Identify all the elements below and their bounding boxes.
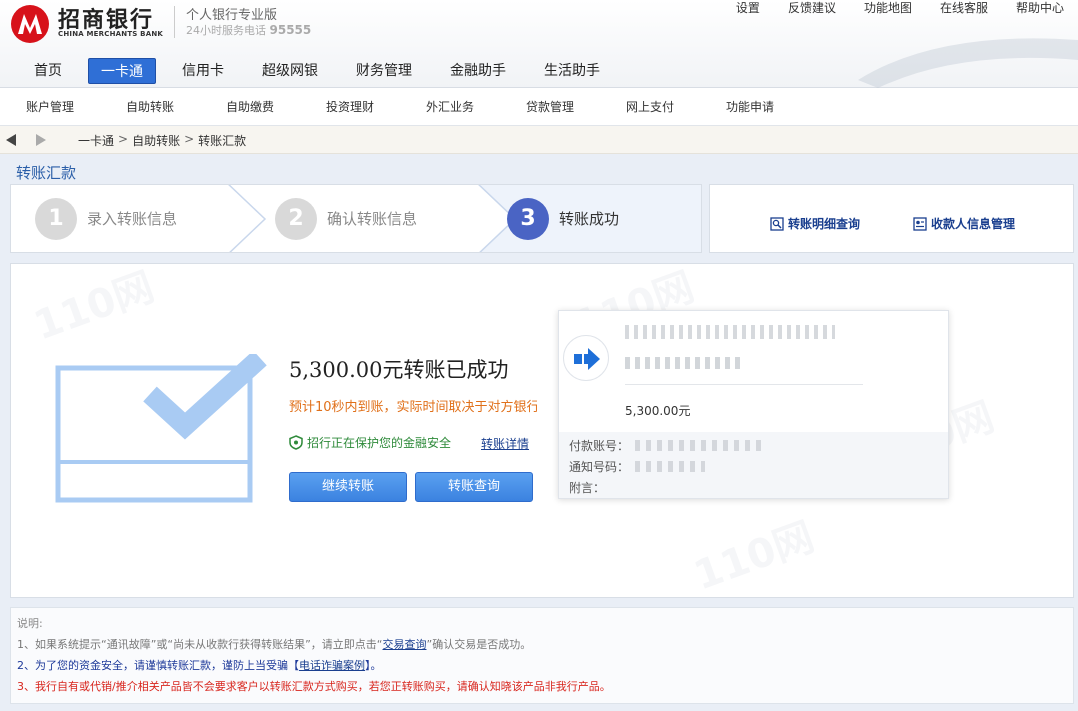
transfer-query-button[interactable]: 转账查询 bbox=[415, 472, 533, 502]
edition-label: 个人银行专业版 bbox=[186, 8, 278, 23]
notice-number-row: 通知号码： bbox=[569, 458, 706, 475]
sub-nav-loan[interactable]: 贷款管理 bbox=[500, 88, 600, 125]
main-nav-assistant[interactable]: 金融助手 bbox=[438, 58, 518, 84]
payer-account-row: 付款账号： bbox=[569, 437, 766, 454]
sub-nav-apply[interactable]: 功能申请 bbox=[700, 88, 800, 125]
top-link-sitemap[interactable]: 功能地图 bbox=[850, 0, 926, 16]
step-label: 转账成功 bbox=[559, 210, 620, 228]
page-title: 转账汇款 bbox=[16, 164, 77, 182]
sub-nav-transfer[interactable]: 自助转账 bbox=[100, 88, 200, 125]
notice-number-label: 通知号码： bbox=[569, 460, 630, 474]
note-1: 1、如果系统提示“通讯故障”或“尚未从收款行获得转账结果”，请立即点击“交易查询… bbox=[17, 636, 1067, 652]
memo-label: 附言： bbox=[569, 481, 606, 495]
top-link-help[interactable]: 帮助中心 bbox=[1002, 0, 1078, 16]
progress-steps: 1 录入转账信息 2 确认转账信息 3 转账成功 bbox=[10, 184, 702, 253]
breadcrumb: 一卡通 > 自助转账 > 转账汇款 bbox=[78, 132, 246, 149]
transfer-detail-link[interactable]: 转账详情 bbox=[481, 435, 529, 452]
step-number: 1 bbox=[35, 197, 77, 240]
watermark: 110网 bbox=[28, 264, 161, 350]
sub-nav-investment[interactable]: 投资理财 bbox=[300, 88, 400, 125]
step-number: 2 bbox=[275, 197, 317, 240]
note-1-text: 1、如果系统提示“通讯故障”或“尚未从收款行获得转账结果”，请立即点击“ bbox=[17, 638, 383, 651]
sub-nav-payment[interactable]: 自助缴费 bbox=[200, 88, 300, 125]
transfer-detail-query-label: 转账明细查询 bbox=[788, 217, 861, 231]
shield-icon bbox=[289, 435, 303, 450]
breadcrumb-item[interactable]: 自助转账 bbox=[132, 132, 180, 149]
breadcrumb-item-current: 转账汇款 bbox=[198, 134, 247, 148]
step-label: 确认转账信息 bbox=[327, 210, 418, 228]
main-nav-finance[interactable]: 财务管理 bbox=[344, 58, 424, 84]
step-1: 1 录入转账信息 bbox=[35, 185, 177, 252]
quick-links-panel: 转账明细查询 收款人信息管理 bbox=[709, 184, 1074, 253]
forward-arrow-icon[interactable] bbox=[36, 134, 46, 146]
memo-row: 附言： bbox=[569, 479, 605, 496]
header-decoration-icon bbox=[858, 38, 1078, 88]
transfer-arrow-badge bbox=[563, 335, 609, 381]
brand-english-name: CHINA MERCHANTS BANK bbox=[58, 30, 164, 38]
receipt-amount: 5,300.00元 bbox=[625, 404, 691, 418]
back-arrow-icon[interactable] bbox=[6, 134, 16, 146]
transaction-query-link[interactable]: 交易查询 bbox=[383, 638, 427, 651]
note-2-text: 2、为了您的资金安全，请谨慎转账汇款，谨防上当受骗【 bbox=[17, 659, 299, 672]
main-nav-card[interactable]: 一卡通 bbox=[88, 58, 156, 84]
note-2-text-end: 】。 bbox=[365, 659, 382, 672]
main-nav: 首页 一卡通 信用卡 超级网银 财务管理 金融助手 生活助手 bbox=[22, 58, 626, 84]
top-links: 设置 反馈建议 功能地图 在线客服 帮助中心 bbox=[722, 0, 1078, 16]
payer-account-label: 付款账号： bbox=[569, 439, 630, 453]
cmb-logo-icon bbox=[11, 5, 49, 43]
success-envelope-icon bbox=[55, 354, 267, 503]
sub-nav-forex[interactable]: 外汇业务 bbox=[400, 88, 500, 125]
payee-name-redacted bbox=[625, 325, 835, 339]
arrival-note: 预计10秒内到账，实际时间取决于对方银行 bbox=[289, 400, 537, 415]
note-3: 3、我行自有或代销/推介相关产品皆不会要求客户以转账汇款方式购买，若您正转账购买… bbox=[17, 680, 611, 693]
payee-manage-label: 收款人信息管理 bbox=[931, 217, 1016, 231]
breadcrumb-separator-icon: > bbox=[184, 132, 195, 146]
step-label: 录入转账信息 bbox=[87, 210, 178, 228]
transfer-detail-query-link[interactable]: 转账明细查询 bbox=[770, 215, 860, 232]
header: 招商银行 CHINA MERCHANTS BANK 个人银行专业版 24小时服务… bbox=[0, 0, 1078, 88]
fraud-cases-link[interactable]: 电话诈骗案例 bbox=[299, 659, 365, 672]
security-note-text: 招行正在保护您的金融安全 bbox=[307, 436, 452, 450]
transfer-receipt-popup: 5,300.00元 付款账号： 通知号码： 附言： bbox=[558, 310, 949, 499]
main-nav-super-ebank[interactable]: 超级网银 bbox=[250, 58, 330, 84]
step-3: 3 转账成功 bbox=[507, 185, 619, 252]
step-number: 3 bbox=[507, 197, 549, 240]
continue-transfer-button[interactable]: 继续转账 bbox=[289, 472, 407, 502]
top-link-feedback[interactable]: 反馈建议 bbox=[774, 0, 850, 16]
notes-heading: 说明: bbox=[17, 617, 43, 630]
note-1-text-end: ”确认交易是否成功。 bbox=[426, 638, 532, 651]
hotline-number: 95555 bbox=[269, 23, 312, 37]
brand-divider bbox=[174, 6, 175, 38]
top-link-settings[interactable]: 设置 bbox=[722, 0, 774, 16]
search-icon bbox=[770, 216, 784, 231]
notes-panel: 说明: 1、如果系统提示“通讯故障”或“尚未从收款行获得转账结果”，请立即点击“… bbox=[10, 607, 1074, 704]
hotline-label: 24小时服务电话 bbox=[186, 24, 266, 37]
step-2: 2 确认转账信息 bbox=[275, 185, 417, 252]
note-2: 2、为了您的资金安全，请谨慎转账汇款，谨防上当受骗【电话诈骗案例】。 bbox=[17, 657, 1067, 673]
main-nav-credit-card[interactable]: 信用卡 bbox=[170, 58, 236, 84]
receipt-divider bbox=[625, 384, 863, 385]
sub-nav: 账户管理 自助转账 自助缴费 投资理财 外汇业务 贷款管理 网上支付 功能申请 bbox=[0, 88, 1078, 126]
payee-account-redacted bbox=[625, 357, 745, 369]
step-chevron-icon bbox=[225, 185, 267, 252]
sub-nav-account[interactable]: 账户管理 bbox=[0, 88, 100, 125]
right-arrow-icon bbox=[574, 348, 600, 370]
watermark: 110网 bbox=[688, 514, 821, 598]
sub-nav-online-pay[interactable]: 网上支付 bbox=[600, 88, 700, 125]
payee-manage-link[interactable]: 收款人信息管理 bbox=[913, 215, 1015, 232]
top-link-online-service[interactable]: 在线客服 bbox=[926, 0, 1002, 16]
breadcrumb-bar: 一卡通 > 自助转账 > 转账汇款 bbox=[0, 126, 1078, 154]
breadcrumb-separator-icon: > bbox=[118, 132, 129, 146]
contact-card-icon bbox=[913, 216, 927, 231]
payer-account-redacted bbox=[635, 440, 766, 451]
main-nav-life[interactable]: 生活助手 bbox=[532, 58, 612, 84]
main-nav-home[interactable]: 首页 bbox=[22, 58, 74, 84]
breadcrumb-item[interactable]: 一卡通 bbox=[78, 132, 114, 149]
notice-number-redacted bbox=[635, 461, 706, 472]
hotline: 24小时服务电话 95555 bbox=[186, 22, 311, 38]
security-note: 招行正在保护您的金融安全 bbox=[289, 434, 451, 451]
success-message: 5,300.00元转账已成功 bbox=[289, 358, 509, 382]
